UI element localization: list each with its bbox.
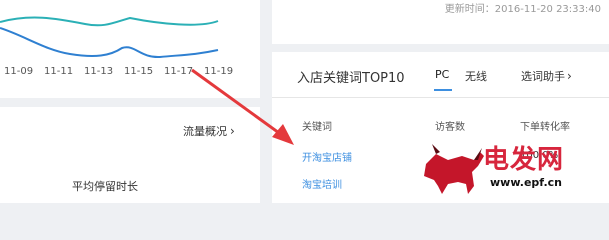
keyword-link[interactable]: 淘宝培训 bbox=[302, 176, 342, 191]
update-time: 更新时间：2016-11-20 23:33:40 bbox=[444, 4, 601, 15]
tab-pc[interactable]: PC bbox=[435, 68, 449, 81]
keyword-link[interactable]: 开淘宝店铺 bbox=[302, 149, 352, 164]
word-helper-button[interactable]: 选词助手 › bbox=[521, 68, 572, 84]
column-header-keyword: 关键词 bbox=[302, 122, 332, 133]
flow-overview-link[interactable]: 流量概况 › bbox=[183, 123, 235, 139]
series-line-blue bbox=[0, 27, 219, 59]
chevron-right-icon: › bbox=[567, 69, 572, 83]
watermark-logo: 电发网 www.epf.cn bbox=[418, 138, 609, 203]
chevron-right-icon: › bbox=[230, 124, 235, 138]
word-helper-label: 选词助手 bbox=[521, 70, 565, 83]
x-tick-label: 11-15 bbox=[124, 66, 154, 77]
column-header-visitors: 访客数 bbox=[435, 122, 465, 133]
avg-stay-label: 平均停留时长 bbox=[72, 180, 138, 193]
watermark-text: 电发网 bbox=[483, 145, 565, 175]
trend-chart bbox=[0, 16, 219, 59]
x-tick-label: 11-09 bbox=[4, 66, 34, 77]
trend-chart-panel: 11-09 11-11 11-13 11-15 11-17 11-19 bbox=[0, 0, 260, 98]
update-panel: 更新时间：2016-11-20 23:33:40 bbox=[272, 0, 609, 44]
panel-title: 入店关键词TOP10 bbox=[297, 71, 405, 86]
flow-overview-panel: 流量概况 › 平均停留时长 bbox=[0, 107, 260, 203]
tab-wireless[interactable]: 无线 bbox=[465, 68, 487, 84]
active-tab-indicator bbox=[434, 89, 452, 91]
x-tick-label: 11-17 bbox=[164, 66, 194, 77]
x-tick-label: 11-11 bbox=[44, 66, 74, 77]
x-tick-label: 11-13 bbox=[84, 66, 114, 77]
x-tick-label: 11-19 bbox=[204, 66, 234, 77]
flow-overview-label: 流量概况 bbox=[183, 125, 227, 138]
series-line-teal bbox=[0, 16, 219, 27]
column-header-conversion: 下单转化率 bbox=[520, 122, 570, 133]
header-divider bbox=[272, 97, 609, 98]
bull-icon bbox=[424, 144, 484, 194]
watermark-url: www.epf.cn bbox=[490, 176, 563, 189]
